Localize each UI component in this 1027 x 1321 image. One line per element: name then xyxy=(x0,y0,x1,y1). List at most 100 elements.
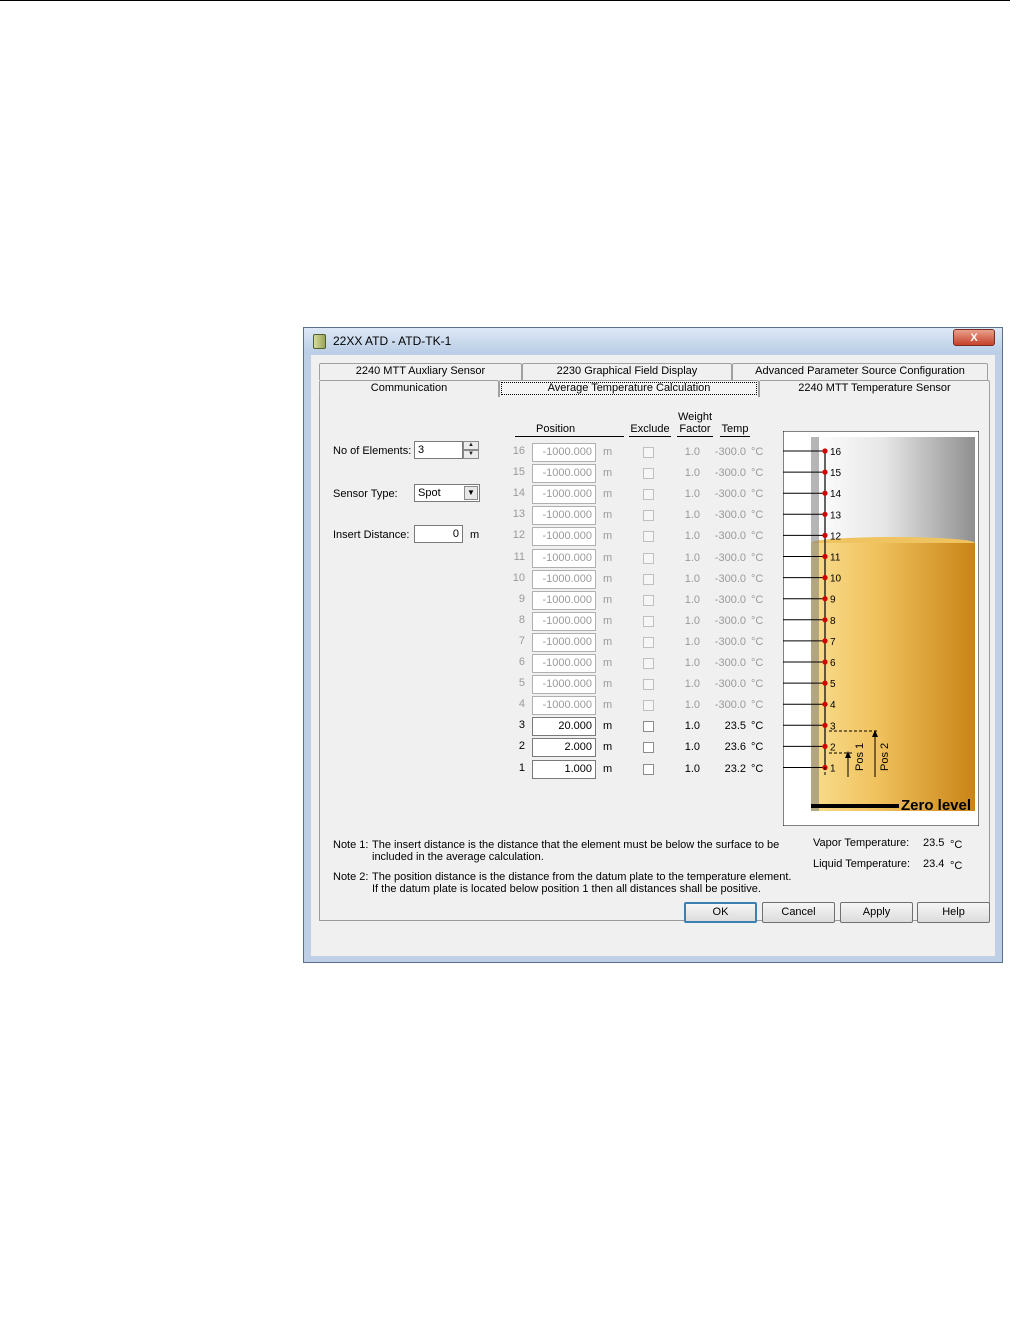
position-field[interactable]: -1000.000 xyxy=(532,696,596,716)
tab-average-temperature[interactable]: Average Temperature Calculation xyxy=(499,380,759,397)
position-unit: m xyxy=(603,446,613,458)
position-field[interactable]: 1.000 xyxy=(532,759,596,779)
exclude-checkbox[interactable] xyxy=(643,573,654,585)
exclude-checkbox[interactable] xyxy=(643,658,654,669)
exclude-checkbox[interactable] xyxy=(643,531,654,543)
note1-label: Note 1: xyxy=(333,839,369,851)
row-number: 15 xyxy=(512,466,525,479)
exclude-checkbox[interactable] xyxy=(643,615,654,627)
no-elements-field[interactable]: 3 xyxy=(414,441,463,459)
position-unit: m xyxy=(603,488,613,501)
weight-factor: 1.0 xyxy=(684,593,700,606)
row-number: 5 xyxy=(518,677,525,690)
vapor-temp-label: Vapor Temperature: xyxy=(813,837,910,849)
temp-value: -300.0 xyxy=(714,530,746,543)
header-weight: Weight xyxy=(677,411,713,423)
table-row: 4 -1000.000 m 1.0 -300.0 °C xyxy=(510,695,770,716)
table-row: 5 -1000.000 m 1.0 -300.0 °C xyxy=(510,674,770,695)
exclude-checkbox[interactable] xyxy=(643,468,654,480)
position-unit: m xyxy=(603,741,613,754)
window-title: 22XX ATD - ATD-TK-1 xyxy=(333,334,452,348)
element-label: 13 xyxy=(830,510,842,521)
chevron-down-icon[interactable]: ▼ xyxy=(464,486,478,500)
tab-communication[interactable]: Communication xyxy=(319,380,499,397)
row-number: 11 xyxy=(513,550,525,563)
tab-auxiliary-sensor[interactable]: 2240 MTT Auxliary Sensor xyxy=(319,363,522,380)
spin-up-icon[interactable]: ▲ xyxy=(463,441,479,450)
weight-factor: 1.0 xyxy=(684,699,700,712)
tab-advanced-parameter[interactable]: Advanced Parameter Source Configuration xyxy=(732,363,988,380)
exclude-checkbox[interactable] xyxy=(643,594,654,606)
row-number: 9 xyxy=(518,592,525,605)
position-field[interactable]: -1000.000 xyxy=(532,443,596,462)
exclude-checkbox[interactable] xyxy=(643,721,654,733)
dialog-client: 2240 MTT Auxliary Sensor 2230 Graphical … xyxy=(311,355,995,956)
position-unit: m xyxy=(603,762,613,775)
exclude-checkbox[interactable] xyxy=(643,636,654,648)
position-field[interactable]: -1000.000 xyxy=(532,569,596,589)
header-position-rule xyxy=(515,436,624,437)
position-field[interactable]: -1000.000 xyxy=(532,464,596,484)
position-unit: m xyxy=(603,678,613,691)
row-number: 13 xyxy=(512,508,525,521)
insert-distance-field[interactable]: 0 xyxy=(414,525,463,543)
position-unit: m xyxy=(603,572,613,585)
spin-down-icon[interactable]: ▼ xyxy=(463,450,479,459)
no-elements-spinner[interactable]: ▲ ▼ xyxy=(463,441,479,459)
header-exclude: Exclude xyxy=(630,423,670,435)
position-field[interactable]: -1000.000 xyxy=(532,590,596,610)
position-unit: m xyxy=(603,593,613,606)
exclude-checkbox[interactable] xyxy=(643,552,654,564)
exclude-checkbox[interactable] xyxy=(643,742,654,754)
row-number: 16 xyxy=(512,445,525,457)
tab-graphical-field-display[interactable]: 2230 Graphical Field Display xyxy=(522,363,732,380)
element-label: 12 xyxy=(830,531,842,542)
sensor-type-select[interactable]: Spot ▼ xyxy=(414,484,480,502)
temp-unit: °C xyxy=(751,741,764,754)
exclude-checkbox[interactable] xyxy=(643,679,654,691)
close-button[interactable]: X xyxy=(953,329,995,346)
temp-value: -300.0 xyxy=(714,446,746,458)
tab-mtt-temperature-sensor[interactable]: 2240 MTT Temperature Sensor xyxy=(759,380,990,397)
element-marker xyxy=(822,638,828,644)
position-field[interactable]: -1000.000 xyxy=(532,654,596,673)
row-number: 7 xyxy=(518,634,525,647)
row-number: 2 xyxy=(518,740,525,753)
position-field[interactable]: -1000.000 xyxy=(532,506,596,526)
cancel-button[interactable]: Cancel xyxy=(762,902,835,923)
ok-button[interactable]: OK xyxy=(684,902,757,923)
table-row: 2 2.000 m 1.0 23.6 °C xyxy=(510,737,770,758)
position-field[interactable]: -1000.000 xyxy=(532,675,596,695)
row-number: 1 xyxy=(518,761,525,774)
position-field[interactable]: 2.000 xyxy=(532,738,596,758)
liquid-temp-unit: °C xyxy=(950,860,963,872)
page-top-rule xyxy=(0,0,1010,1)
position-field[interactable]: -1000.000 xyxy=(532,548,596,568)
position-field[interactable]: -1000.000 xyxy=(532,527,596,547)
weight-factor: 1.0 xyxy=(684,678,700,691)
element-marker xyxy=(822,469,828,475)
position-field[interactable]: -1000.000 xyxy=(532,632,596,652)
exclude-checkbox[interactable] xyxy=(643,447,654,458)
exclude-checkbox[interactable] xyxy=(643,763,654,775)
temp-value: -300.0 xyxy=(714,657,746,669)
exclude-checkbox[interactable] xyxy=(643,510,654,522)
temp-value: -300.0 xyxy=(714,467,746,480)
apply-button[interactable]: Apply xyxy=(840,902,913,923)
help-button[interactable]: Help xyxy=(917,902,990,923)
position-unit: m xyxy=(603,467,613,480)
row-number: 14 xyxy=(512,487,525,500)
temp-unit: °C xyxy=(751,572,764,585)
dialog-window: 22XX ATD - ATD-TK-1 X 2240 MTT Auxliary … xyxy=(303,327,1003,963)
element-label: 5 xyxy=(830,679,836,690)
exclude-checkbox[interactable] xyxy=(643,700,654,712)
position-field[interactable]: -1000.000 xyxy=(532,485,596,505)
row-number: 4 xyxy=(518,698,525,711)
element-marker xyxy=(822,617,828,623)
position-field[interactable]: -1000.000 xyxy=(532,611,596,631)
tank-diagram: 16151413121110987654321 Pos 1 Pos 2 Zero… xyxy=(783,431,979,826)
element-marker xyxy=(822,743,828,749)
exclude-checkbox[interactable] xyxy=(643,489,654,501)
element-label: 1 xyxy=(830,764,836,775)
position-field[interactable]: 20.000 xyxy=(532,717,596,737)
